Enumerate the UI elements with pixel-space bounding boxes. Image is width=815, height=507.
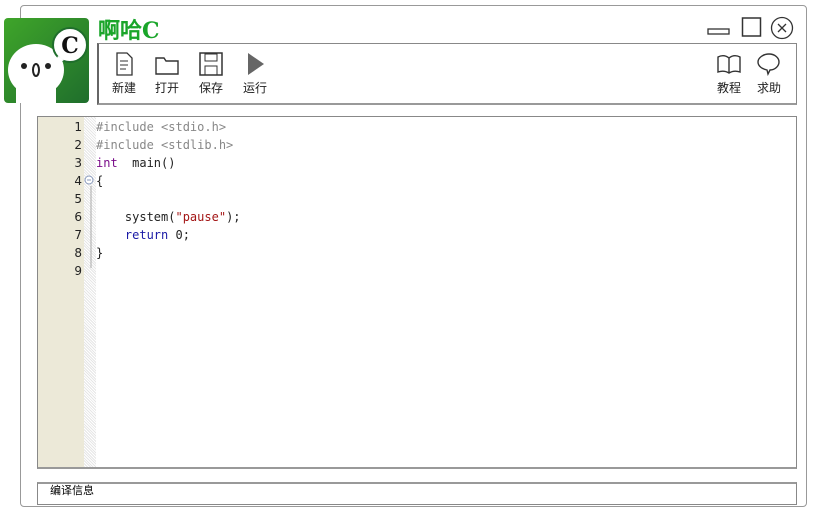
code-token: } (96, 246, 104, 260)
minimize-button[interactable] (707, 22, 731, 41)
app-title: 啊哈C (98, 18, 160, 44)
line-number: 4 (74, 174, 82, 188)
code-token: system( (96, 210, 176, 224)
maximize-button[interactable] (741, 16, 763, 42)
code-line[interactable]: #include <stdlib.h> (96, 136, 233, 154)
compile-info-label: 编译信息 (50, 484, 94, 497)
code-line[interactable]: int main() (96, 154, 175, 172)
run-button[interactable]: 运行 (237, 52, 273, 96)
code-token: #include <stdio.h> (96, 120, 227, 134)
book-icon (717, 55, 741, 74)
line-number: 6 (74, 210, 82, 224)
tutorial-button[interactable]: 教程 (711, 52, 747, 96)
code-token: return (96, 228, 169, 242)
line-number: 3 (74, 156, 82, 170)
code-token: int (96, 156, 118, 170)
code-token: 0; (168, 228, 190, 242)
code-line[interactable]: } (96, 244, 103, 262)
close-button[interactable] (770, 16, 794, 44)
new-file-icon (116, 52, 133, 76)
code-line[interactable]: #include <stdio.h> (96, 118, 226, 136)
line-number: 5 (74, 192, 82, 206)
svg-text:C: C (61, 33, 79, 59)
open-button[interactable]: 打开 (149, 52, 185, 96)
toolbar: 新建 打开 保存 运行 教程 求助 (97, 43, 797, 105)
speech-bubble-icon (757, 53, 780, 76)
line-number: 8 (74, 246, 82, 260)
line-number: 9 (74, 264, 82, 278)
code-line[interactable]: return 0; (96, 226, 190, 244)
folder-icon (155, 57, 179, 75)
code-token: "pause" (175, 210, 227, 224)
save-button[interactable]: 保存 (193, 52, 229, 96)
code-token: #include <stdlib.h> (96, 138, 234, 152)
new-button[interactable]: 新建 (106, 52, 142, 96)
compile-info-panel: 编译信息 (37, 482, 797, 505)
code-token: ); (226, 210, 241, 224)
code-token: main() (117, 156, 176, 170)
code-line[interactable]: { (96, 172, 103, 190)
floppy-disk-icon (199, 52, 223, 76)
line-number: 7 (74, 228, 82, 242)
line-number: 2 (74, 138, 82, 152)
play-icon (248, 53, 264, 75)
code-line[interactable]: system("pause"); (96, 208, 241, 226)
app-logo: C (4, 18, 89, 103)
fold-margin (84, 117, 96, 467)
line-number: 1 (74, 120, 82, 134)
help-button[interactable]: 求助 (751, 52, 787, 96)
code-editor[interactable]: 1 #include <stdio.h> 2 #include <stdlib.h> 3… (37, 116, 797, 469)
code-token: { (96, 174, 104, 188)
fold-indicator-icon[interactable] (84, 173, 96, 273)
